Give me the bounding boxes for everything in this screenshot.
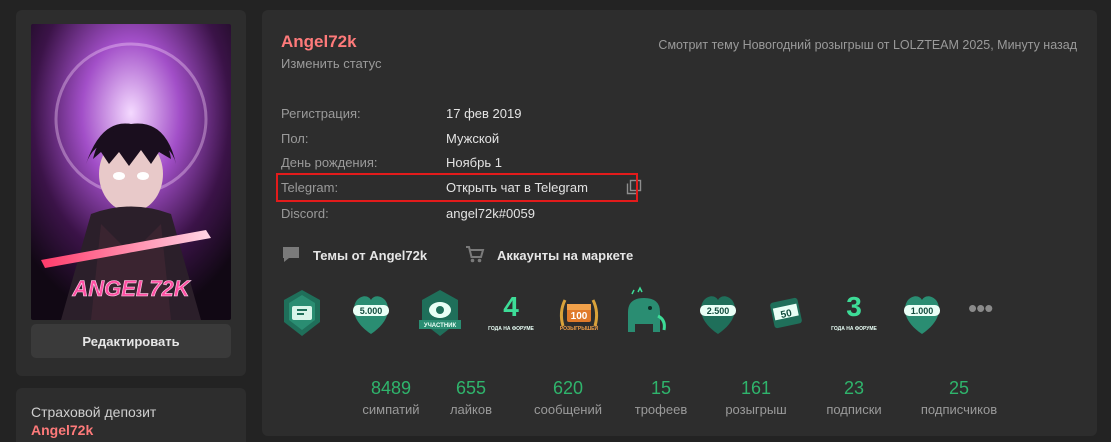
stat-value: 23 xyxy=(843,378,865,398)
info-row-discord: Discord: angel72k#0059 xyxy=(281,206,881,226)
trophy-badge-3-years[interactable]: 3 ГОДА НА ФОРУМЕ xyxy=(830,286,878,346)
market-accounts-label: Аккаунты на маркете xyxy=(497,247,634,263)
stat-followers[interactable]: 25 подписчиков xyxy=(914,378,1004,417)
avatar-card: ANGEL72K Редактировать xyxy=(16,10,246,376)
deposit-title: Страховой депозит xyxy=(31,404,157,420)
user-topics-label: Темы от Angel72k xyxy=(313,247,428,263)
info-value: Мужской xyxy=(446,131,500,146)
deposit-username-link[interactable]: Angel72k xyxy=(31,422,93,438)
info-value: Ноябрь 1 xyxy=(446,155,502,170)
trophy-label: 5.000 xyxy=(360,306,383,316)
info-row-registration: Регистрация: 17 фев 2019 xyxy=(281,106,881,126)
change-status-link[interactable]: Изменить статус xyxy=(281,56,381,71)
stat-reactions[interactable]: 655 лайков xyxy=(426,378,516,417)
trophy-label: 4 xyxy=(503,291,519,322)
trophy-badge-100[interactable]: 100 РОЗЫГРЫШЕЙ xyxy=(555,286,603,346)
stat-label: трофеев xyxy=(634,402,688,417)
trophy-label: 2.500 xyxy=(707,306,730,316)
trophy-badge-50[interactable]: 50 xyxy=(762,286,810,346)
info-label: Регистрация: xyxy=(281,106,361,121)
deposit-card: Страховой депозит Angel72k xyxy=(16,388,246,442)
stat-label: подписки xyxy=(826,402,882,417)
trophy-badge-1000[interactable]: 1.000 xyxy=(898,286,946,346)
stat-value: 8489 xyxy=(370,378,412,398)
avatar[interactable]: ANGEL72K xyxy=(31,24,231,320)
chat-bubble-icon xyxy=(281,244,301,267)
info-row-birthday: День рождения: Ноябрь 1 xyxy=(281,155,881,175)
edit-profile-button[interactable]: Редактировать xyxy=(31,324,231,358)
stat-value: 620 xyxy=(552,378,584,398)
trophy-badge-5000[interactable]: 5.000 xyxy=(347,286,395,346)
profile-card: Angel72k Изменить статус Смотрит тему Но… xyxy=(262,10,1097,436)
username[interactable]: Angel72k xyxy=(281,32,357,52)
trophy-badge-mammoth[interactable] xyxy=(620,286,668,346)
telegram-highlight-box xyxy=(276,173,638,202)
info-label: Discord: xyxy=(281,206,329,221)
stat-giveaways[interactable]: 161 розыгрыш xyxy=(711,378,801,417)
stat-value: 15 xyxy=(650,378,672,398)
info-value: angel72k#0059 xyxy=(446,206,535,221)
stat-value: 161 xyxy=(740,378,772,398)
info-value: 17 фев 2019 xyxy=(446,106,522,121)
stat-label: розыгрыш xyxy=(725,402,787,417)
trophy-badge-4-years[interactable]: 4 ГОДА НА ФОРУМЕ xyxy=(487,286,535,346)
trophy-label: 1.000 xyxy=(911,306,934,316)
market-accounts-link[interactable]: Аккаунты на маркете xyxy=(465,244,633,266)
avatar-signature: ANGEL72K xyxy=(71,276,191,301)
trophy-label: 100 xyxy=(571,311,588,322)
trophy-label: ГОДА НА ФОРУМЕ xyxy=(831,326,877,332)
trophy-badge-2500[interactable]: 2.500 xyxy=(694,286,742,346)
stat-label: лайков xyxy=(449,402,493,417)
more-trophies-icon[interactable]: ••• xyxy=(968,295,994,324)
trophy-badge-participant[interactable]: УЧАСТНИК xyxy=(416,286,464,346)
stat-label: сообщений xyxy=(533,402,603,417)
trophy-list: 5.000 УЧАСТНИК 4 ГОДА НА ФОРУМЕ 100 РОЗЫ… xyxy=(262,286,1097,356)
info-row-gender: Пол: Мужской xyxy=(281,131,881,151)
stat-label: симпатий xyxy=(362,402,420,417)
info-label: Пол: xyxy=(281,131,309,146)
stat-trophies[interactable]: 15 трофеев xyxy=(616,378,706,417)
activity-status: Смотрит тему Новогодний розыгрыш от LOLZ… xyxy=(658,38,1077,52)
stat-messages[interactable]: 620 сообщений xyxy=(523,378,613,417)
stat-subscriptions[interactable]: 23 подписки xyxy=(809,378,899,417)
trophy-label: 3 xyxy=(846,291,862,322)
stat-value: 25 xyxy=(948,378,970,398)
stat-label: подписчиков xyxy=(920,402,998,417)
info-label: День рождения: xyxy=(281,155,378,170)
trophy-label: УЧАСТНИК xyxy=(424,323,457,329)
trophy-label: РОЗЫГРЫШЕЙ xyxy=(560,324,599,332)
user-topics-link[interactable]: Темы от Angel72k xyxy=(281,244,427,266)
stat-value: 655 xyxy=(455,378,487,398)
trophy-label: ГОДА НА ФОРУМЕ xyxy=(488,326,534,332)
cart-icon xyxy=(465,244,485,267)
trophy-badge-1[interactable] xyxy=(278,286,326,346)
stat-likes[interactable]: 8489 симпатий xyxy=(346,378,436,417)
